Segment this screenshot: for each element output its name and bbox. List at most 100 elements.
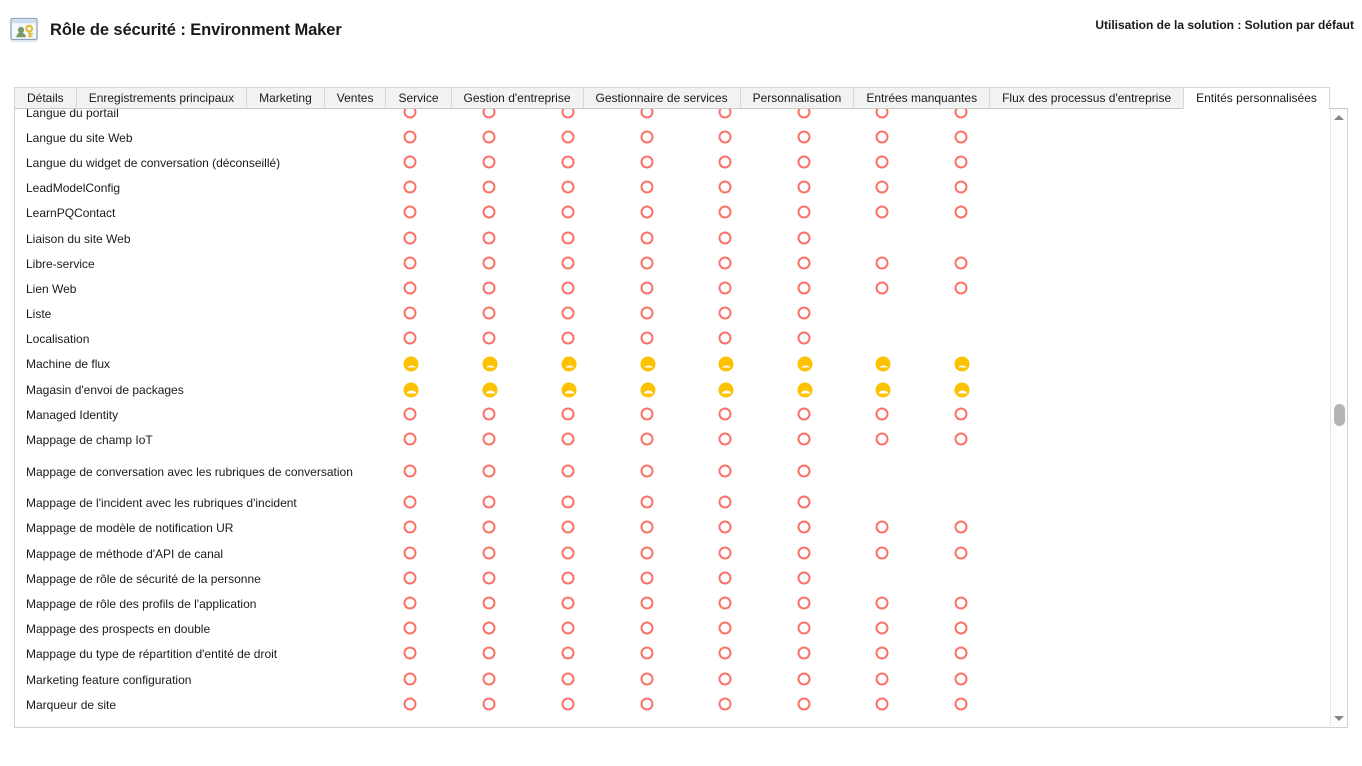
privilege-cell-none[interactable] <box>640 109 656 120</box>
privilege-cell-none[interactable] <box>561 621 577 637</box>
privilege-cell-none[interactable] <box>403 546 419 561</box>
privilege-cell-none[interactable] <box>954 109 970 120</box>
privilege-cell-none[interactable] <box>797 621 813 637</box>
table-row[interactable]: Libre-service <box>15 251 1330 276</box>
privilege-cell-none[interactable] <box>875 256 891 271</box>
table-row[interactable]: Mappage de modèle de notification UR <box>15 516 1330 541</box>
privilege-cell-none[interactable] <box>640 155 656 170</box>
privilege-cell-none[interactable] <box>718 256 734 271</box>
privilege-cell-none[interactable] <box>718 697 734 712</box>
privilege-cell-none[interactable] <box>482 464 498 479</box>
privilege-cell-none[interactable] <box>797 495 813 511</box>
privilege-cell-none[interactable] <box>718 205 734 221</box>
privilege-cell-none[interactable] <box>482 109 498 120</box>
privilege-cell-none[interactable] <box>403 155 419 170</box>
privilege-cell-none[interactable] <box>797 697 813 712</box>
privilege-cell-none[interactable] <box>403 281 419 296</box>
privilege-cell-organization[interactable] <box>718 382 734 398</box>
privilege-cell-none[interactable] <box>797 306 813 322</box>
privilege-cell-organization[interactable] <box>561 356 577 372</box>
privilege-cell-none[interactable] <box>403 672 419 687</box>
privilege-cell-none[interactable] <box>561 571 577 586</box>
privilege-cell-none[interactable] <box>403 646 419 662</box>
privilege-cell-none[interactable] <box>718 306 734 322</box>
privilege-cell-none[interactable] <box>875 205 891 221</box>
privilege-cell-none[interactable] <box>403 520 419 536</box>
privilege-cell-none[interactable] <box>482 432 498 448</box>
scroll-up-button[interactable] <box>1331 109 1347 126</box>
privilege-cell-none[interactable] <box>797 672 813 687</box>
privilege-cell-none[interactable] <box>403 256 419 271</box>
privilege-cell-none[interactable] <box>875 596 891 611</box>
privilege-cell-none[interactable] <box>797 520 813 536</box>
privilege-cell-none[interactable] <box>875 130 891 145</box>
privilege-cell-none[interactable] <box>640 130 656 145</box>
privilege-cell-none[interactable] <box>954 256 970 271</box>
scroll-down-button[interactable] <box>1331 709 1347 726</box>
privilege-cell-none[interactable] <box>718 646 734 662</box>
privilege-cell-none[interactable] <box>482 130 498 145</box>
privilege-cell-none[interactable] <box>561 697 577 712</box>
privilege-cell-organization[interactable] <box>640 356 656 372</box>
privilege-cell-none[interactable] <box>640 205 656 221</box>
privilege-cell-none[interactable] <box>640 331 656 347</box>
privilege-cell-none[interactable] <box>403 495 419 511</box>
privilege-cell-none[interactable] <box>640 180 656 196</box>
table-row[interactable]: Liaison du site Web <box>15 226 1330 251</box>
privilege-cell-organization[interactable] <box>875 382 891 398</box>
privilege-cell-none[interactable] <box>797 571 813 586</box>
privilege-cell-none[interactable] <box>403 306 419 322</box>
privilege-cell-none[interactable] <box>718 672 734 687</box>
privilege-cell-none[interactable] <box>640 281 656 296</box>
privilege-cell-none[interactable] <box>954 130 970 145</box>
tab-entr-es-manquantes[interactable]: Entrées manquantes <box>853 87 991 109</box>
privilege-cell-none[interactable] <box>718 571 734 586</box>
table-row[interactable]: Mappage de champ IoT <box>15 427 1330 452</box>
table-row[interactable]: LearnPQContact <box>15 201 1330 226</box>
privilege-cell-none[interactable] <box>875 155 891 170</box>
privilege-cell-none[interactable] <box>403 697 419 712</box>
privilege-cell-none[interactable] <box>561 231 577 246</box>
privilege-cell-none[interactable] <box>561 256 577 271</box>
table-row[interactable]: Langue du site Web <box>15 125 1330 150</box>
privilege-cell-none[interactable] <box>718 231 734 246</box>
privilege-cell-none[interactable] <box>640 231 656 246</box>
tab-flux-des-processus-d-entreprise[interactable]: Flux des processus d'entreprise <box>989 87 1185 109</box>
privilege-cell-none[interactable] <box>875 546 891 561</box>
privilege-cell-none[interactable] <box>797 646 813 662</box>
privilege-cell-none[interactable] <box>482 697 498 712</box>
privilege-cell-none[interactable] <box>561 596 577 611</box>
privilege-cell-none[interactable] <box>797 155 813 170</box>
privilege-cell-none[interactable] <box>875 407 891 422</box>
privilege-cell-none[interactable] <box>718 331 734 347</box>
privilege-cell-none[interactable] <box>403 596 419 611</box>
privilege-cell-none[interactable] <box>797 464 813 479</box>
privilege-cell-none[interactable] <box>640 520 656 536</box>
privilege-cell-none[interactable] <box>482 331 498 347</box>
privilege-cell-none[interactable] <box>640 646 656 662</box>
privilege-cell-none[interactable] <box>718 464 734 479</box>
privilege-cell-none[interactable] <box>403 407 419 422</box>
privilege-cell-none[interactable] <box>403 130 419 145</box>
privilege-cell-none[interactable] <box>797 546 813 561</box>
table-row[interactable]: Langue du widget de conversation (décons… <box>15 150 1330 175</box>
table-row[interactable]: Mappage des prospects en double <box>15 617 1330 642</box>
privilege-cell-none[interactable] <box>640 464 656 479</box>
privilege-cell-none[interactable] <box>875 281 891 296</box>
privilege-cell-none[interactable] <box>797 256 813 271</box>
privilege-cell-none[interactable] <box>482 407 498 422</box>
privilege-cell-none[interactable] <box>640 596 656 611</box>
privilege-cell-none[interactable] <box>403 571 419 586</box>
privilege-cell-none[interactable] <box>403 331 419 347</box>
privilege-cell-none[interactable] <box>561 464 577 479</box>
privilege-cell-none[interactable] <box>954 520 970 536</box>
privilege-cell-none[interactable] <box>482 520 498 536</box>
table-row[interactable]: Liste <box>15 302 1330 327</box>
privilege-cell-none[interactable] <box>797 407 813 422</box>
privilege-cell-organization[interactable] <box>797 356 813 372</box>
privilege-cell-none[interactable] <box>482 256 498 271</box>
privilege-cell-none[interactable] <box>561 495 577 511</box>
privilege-cell-organization[interactable] <box>482 356 498 372</box>
table-row[interactable]: Mappage de méthode d'API de canal <box>15 541 1330 566</box>
table-row[interactable]: Machine de flux <box>15 352 1330 377</box>
